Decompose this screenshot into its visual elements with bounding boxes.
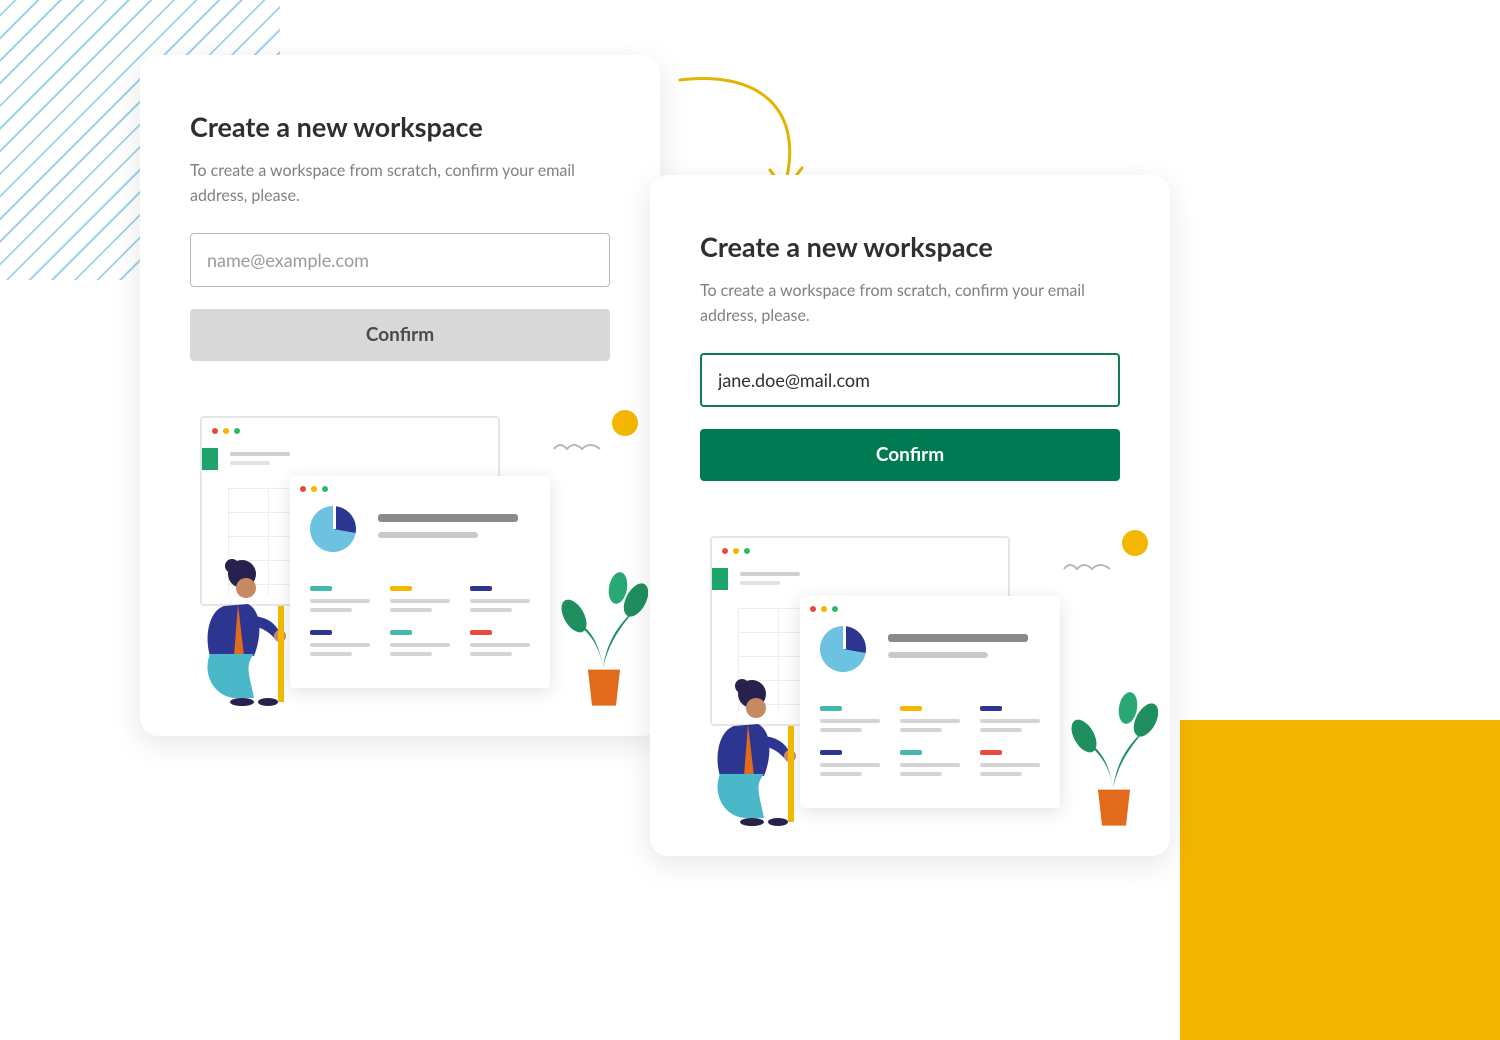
workspace-illustration xyxy=(190,416,610,706)
yellow-square-decoration xyxy=(1180,720,1500,1040)
person-illustration-icon xyxy=(184,556,304,706)
sun-icon xyxy=(1122,530,1148,556)
card-title: Create a new workspace xyxy=(190,110,610,143)
pie-chart-icon xyxy=(310,506,356,552)
confirm-button[interactable]: Confirm xyxy=(700,429,1120,481)
window-traffic-lights-icon xyxy=(300,486,328,492)
window-traffic-lights-icon xyxy=(810,606,838,612)
pie-chart-icon xyxy=(820,626,866,672)
workspace-illustration xyxy=(700,536,1120,826)
window-traffic-lights-icon xyxy=(212,428,240,434)
create-workspace-card-filled: Create a new workspace To create a works… xyxy=(650,175,1170,856)
plant-icon xyxy=(568,576,648,706)
email-input[interactable] xyxy=(190,233,610,287)
report-window-icon xyxy=(290,476,550,688)
cloud-icon xyxy=(552,436,602,448)
sun-icon xyxy=(612,410,638,436)
create-workspace-card-empty: Create a new workspace To create a works… xyxy=(140,55,660,736)
card-subtitle: To create a workspace from scratch, conf… xyxy=(190,159,610,209)
email-input[interactable] xyxy=(700,353,1120,407)
report-window-icon xyxy=(800,596,1060,808)
card-title: Create a new workspace xyxy=(700,230,1120,263)
person-illustration-icon xyxy=(694,676,814,826)
confirm-button[interactable]: Confirm xyxy=(190,309,610,361)
plant-icon xyxy=(1078,696,1158,826)
card-subtitle: To create a workspace from scratch, conf… xyxy=(700,279,1120,329)
window-traffic-lights-icon xyxy=(722,548,750,554)
cloud-icon xyxy=(1062,556,1112,568)
